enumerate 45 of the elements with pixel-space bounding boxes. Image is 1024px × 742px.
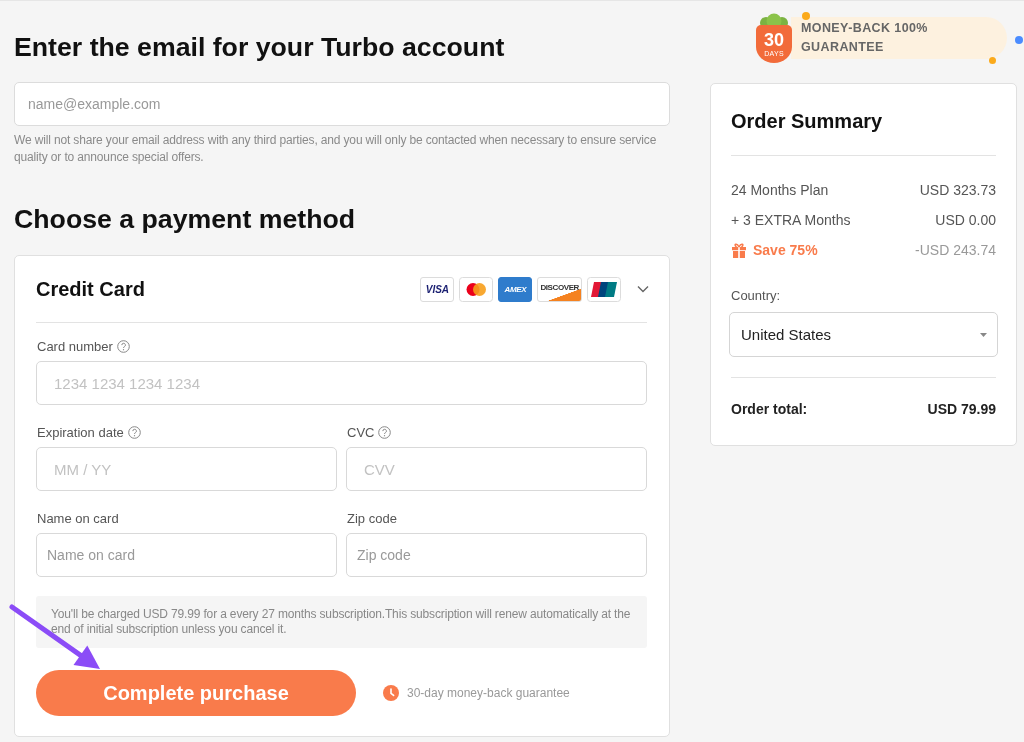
- field-label: Name on card: [37, 510, 119, 526]
- line-item-amount: USD 0.00: [935, 212, 996, 228]
- field-label: Card number: [37, 338, 113, 354]
- field-label: CVC: [347, 424, 375, 440]
- line-item-amount: USD 323.73: [919, 182, 996, 198]
- country-select[interactable]: United States: [729, 312, 998, 357]
- help-icon[interactable]: [127, 425, 141, 439]
- discount-amount: -USD 243.74: [915, 242, 996, 258]
- gift-icon: [731, 242, 747, 258]
- payment-method-title: Credit Card: [36, 277, 146, 301]
- clock-icon: [383, 685, 399, 701]
- line-item-label: 24 Months Plan: [731, 182, 829, 198]
- card-brand-logo: DISCOVER: [537, 276, 582, 302]
- input-field[interactable]: CVV: [346, 447, 647, 491]
- input-field[interactable]: Zip code: [346, 533, 647, 577]
- discount-label: Save 75%: [753, 242, 818, 258]
- email-field[interactable]: name@example.com: [14, 82, 670, 126]
- overlapping-circles-icon: [459, 276, 494, 302]
- input-field[interactable]: Name on card: [36, 533, 337, 577]
- section-heading: Choose a payment method: [14, 204, 357, 234]
- days-number: 30: [764, 30, 784, 49]
- chevron-down-icon[interactable]: [637, 285, 649, 293]
- privacy-note: We will not share your email address with any third parties, and you will only be contacted when necessary to ensure service quality or to announce special offers.: [14, 132, 658, 166]
- input-field[interactable]: 1234 1234 1234 1234: [36, 361, 647, 405]
- dot-icon: [1015, 36, 1023, 44]
- card-brand-logo: VISA: [420, 276, 455, 302]
- guarantee-banner-text: MONEY-BACK 100% GUARANTEE: [791, 17, 1007, 59]
- input-field[interactable]: MM / YY: [36, 447, 337, 491]
- order-total-label: Order total:: [731, 400, 808, 419]
- country-label: Country:: [731, 288, 782, 304]
- dot-icon: [802, 12, 810, 20]
- caret-icon: [980, 332, 987, 337]
- line-item-label: + 3 EXTRA Months: [731, 212, 851, 228]
- section-heading: Enter the email for your Turbo account: [14, 32, 506, 62]
- dot-icon: [989, 57, 996, 64]
- field-label: Expiration date: [37, 424, 124, 440]
- striped-card-icon: [587, 276, 621, 302]
- field-label: Zip code: [347, 510, 397, 526]
- subscription-notice: You'll be charged USD 79.99 for a every 27 months subscription.This subscription will renew automatically at the end of initial subscription unless you cancel it.: [36, 596, 647, 648]
- order-total-amount: USD 79.99: [927, 400, 996, 419]
- help-icon[interactable]: [378, 425, 392, 439]
- order-summary-title: Order Summary: [731, 108, 996, 156]
- card-brand-logo: AMEX: [498, 276, 533, 302]
- guarantee-note: 30-day money-back guarantee: [407, 686, 570, 700]
- help-icon[interactable]: [116, 339, 130, 353]
